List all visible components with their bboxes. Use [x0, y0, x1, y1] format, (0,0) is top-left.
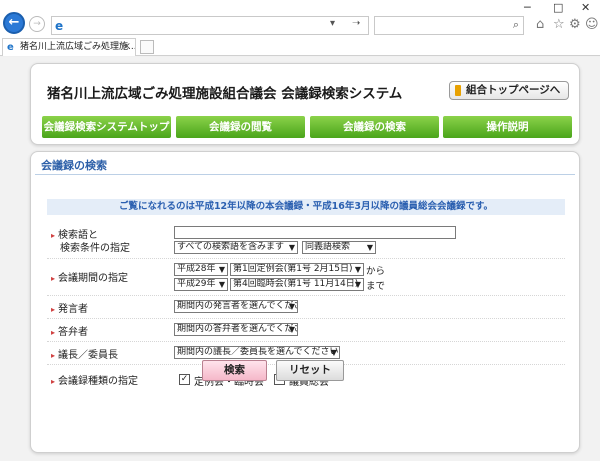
- close-window-button[interactable]: ✕: [581, 1, 590, 14]
- regular-session-checkbox[interactable]: ✓: [179, 374, 190, 385]
- new-tab-button[interactable]: [140, 40, 154, 54]
- chevron-down-icon: ▼: [218, 280, 225, 289]
- top-page-link-label: 組合トップページへ: [466, 84, 561, 96]
- row-divider: [47, 318, 565, 319]
- nav-search[interactable]: 会議録の検索: [310, 116, 439, 138]
- to-year-select[interactable]: 平成29年 ▼: [174, 278, 228, 291]
- forward-button[interactable]: →: [29, 16, 45, 32]
- search-mode-select[interactable]: 同義語検索 ▼: [302, 241, 376, 254]
- period-label: ▸ 会議期間の指定: [51, 273, 129, 284]
- maximize-button[interactable]: □: [553, 1, 563, 14]
- top-page-link-button[interactable]: 組合トップページへ: [449, 81, 569, 100]
- gear-icon[interactable]: ⚙: [569, 17, 581, 32]
- chair-select[interactable]: 期間内の議長／委員長を選んでください ▼: [174, 346, 340, 359]
- search-panel: 会議録の検索 ご覧になれるのは平成12年以降の本会議録・平成16年3月以降の議員…: [30, 151, 580, 453]
- row-divider: [47, 295, 565, 296]
- bullet-arrow-icon: ▸: [51, 231, 56, 240]
- bullet-arrow-icon: ▸: [51, 351, 56, 360]
- browser-search-input[interactable]: ⌕: [374, 16, 524, 35]
- respondent-select[interactable]: 期間内の答弁者を選んでください▼: [174, 323, 298, 336]
- chevron-down-icon: ▼: [354, 280, 361, 289]
- main-nav: 会議録検索システムトップ 会議録の閲覧 会議録の検索 操作説明: [42, 116, 572, 138]
- chevron-down-icon: ▼: [218, 265, 225, 274]
- chevron-down-icon: ▼: [330, 348, 337, 357]
- to-suffix: まで: [366, 281, 386, 292]
- speaker-select[interactable]: 期間内の発言者を選んでください▼: [174, 300, 298, 313]
- bullet-arrow-icon: ▸: [51, 328, 56, 337]
- keyword-condition-label: 検索条件の指定: [60, 243, 130, 254]
- chevron-down-icon: ▼: [354, 265, 361, 274]
- go-icon[interactable]: ➝: [352, 18, 360, 29]
- ie-icon: e: [55, 19, 64, 33]
- speaker-label: ▸ 発言者: [51, 304, 89, 315]
- chair-label: ▸ 議長／委員長: [51, 350, 119, 361]
- types-label: ▸ 会議録種類の指定: [51, 376, 139, 387]
- smiley-icon[interactable]: ☺: [585, 17, 599, 32]
- star-icon[interactable]: ☆: [553, 17, 565, 32]
- from-year-select[interactable]: 平成28年 ▼: [174, 263, 228, 276]
- keyword-input[interactable]: [174, 226, 456, 239]
- reset-button[interactable]: リセット: [276, 360, 344, 381]
- tab-close-icon[interactable]: ×: [123, 39, 131, 55]
- availability-notice: ご覧になれるのは平成12年以降の本会議録・平成16年3月以降の議員総会会議録です…: [47, 199, 565, 215]
- chevron-down-icon: ▼: [288, 243, 295, 252]
- address-bar[interactable]: e ▾ ➝: [51, 16, 369, 35]
- section-title: 会議録の検索: [41, 159, 107, 172]
- section-divider: [35, 174, 575, 175]
- tab-bar: e 猪名川上流広域ごみ処理施... ×: [0, 36, 600, 56]
- row-divider: [47, 341, 565, 342]
- back-button[interactable]: ←: [3, 12, 25, 34]
- site-title: 猪名川上流広域ごみ処理施設組合議会 会議録検索システム: [47, 86, 403, 102]
- tab-title: 猪名川上流広域ごみ処理施...: [20, 42, 136, 52]
- minimize-button[interactable]: ─: [524, 1, 531, 14]
- chevron-down-icon: ▼: [288, 325, 295, 334]
- page-content: 猪名川上流広域ごみ処理施設組合議会 会議録検索システム 組合トップページへ 会議…: [0, 57, 600, 461]
- address-dropdown-icon[interactable]: ▾: [330, 18, 335, 29]
- bullet-arrow-icon: ▸: [51, 377, 56, 386]
- condition-select[interactable]: すべての検索語を含みます ▼: [174, 241, 298, 254]
- home-icon[interactable]: ⌂: [536, 17, 544, 32]
- browser-tab[interactable]: e 猪名川上流広域ごみ処理施... ×: [2, 38, 136, 56]
- nav-browse[interactable]: 会議録の閲覧: [176, 116, 305, 138]
- chevron-down-icon: ▼: [366, 243, 373, 252]
- window-titlebar: ─ □ ✕: [0, 0, 600, 14]
- bullet-arrow-icon: ▸: [51, 305, 56, 314]
- tab-favicon-icon: e: [7, 42, 14, 53]
- row-divider: [47, 258, 565, 259]
- nav-help[interactable]: 操作説明: [443, 116, 572, 138]
- to-session-select[interactable]: 第4回臨時会(第1号 11月14日) ▼: [230, 278, 364, 291]
- from-session-select[interactable]: 第1回定例会(第1号 2月15日) ▼: [230, 263, 364, 276]
- search-icon[interactable]: ⌕: [513, 18, 519, 32]
- respondent-label: ▸ 答弁者: [51, 327, 89, 338]
- nav-top[interactable]: 会議録検索システムトップ: [42, 116, 171, 138]
- chevron-down-icon: ▼: [288, 302, 295, 311]
- bullet-arrow-icon: ▸: [51, 274, 56, 283]
- link-marker-icon: [455, 85, 461, 96]
- from-suffix: から: [366, 266, 386, 277]
- site-header: 猪名川上流広域ごみ処理施設組合議会 会議録検索システム 組合トップページへ 会議…: [30, 63, 580, 145]
- search-button[interactable]: 検索: [202, 360, 267, 381]
